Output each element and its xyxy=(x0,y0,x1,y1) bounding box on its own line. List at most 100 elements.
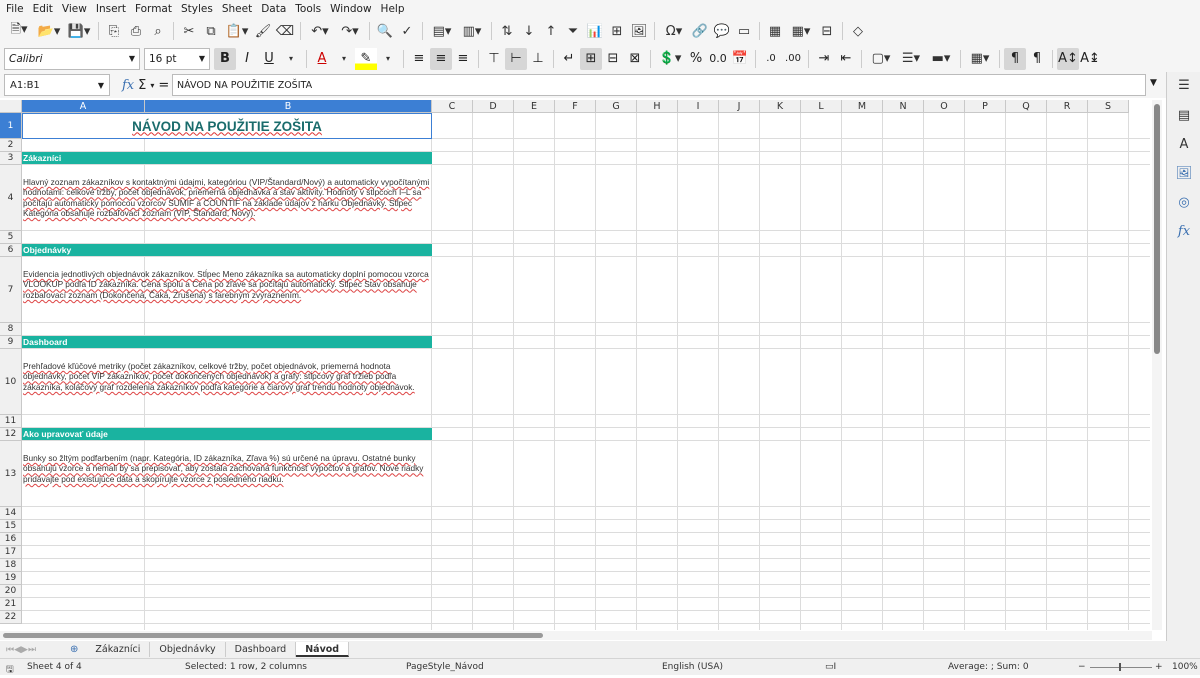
align-right-icon[interactable]: ≡ xyxy=(452,48,474,70)
conditional-format-icon[interactable]: ▦▾ xyxy=(966,49,994,69)
copy-icon[interactable]: ⧉ xyxy=(201,21,221,41)
zoom-in-icon[interactable]: + xyxy=(1155,662,1163,672)
export-pdf-icon[interactable]: ⎘ xyxy=(104,21,124,41)
menu-item[interactable]: Sheet xyxy=(222,3,252,15)
chevron-down-icon[interactable]: ▼ xyxy=(98,81,104,90)
font-color-icon[interactable]: A xyxy=(311,48,333,70)
select-all-corner[interactable] xyxy=(0,100,22,113)
row-header-4[interactable]: 4 xyxy=(0,165,22,231)
menu-item[interactable]: Window xyxy=(330,3,371,15)
menu-icon[interactable]: ☰ xyxy=(1175,76,1193,94)
formula-input[interactable]: NÁVOD NA POUŽITIE ZOŠITA xyxy=(172,74,1146,96)
column-header-i[interactable]: I xyxy=(678,100,719,113)
font-name-box[interactable]: Calibri ▼ xyxy=(4,47,140,70)
menu-item[interactable]: Data xyxy=(261,3,286,15)
menu-item[interactable]: Styles xyxy=(181,3,213,15)
section-heading[interactable]: Zákazníci xyxy=(22,152,432,164)
row-header-16[interactable]: 16 xyxy=(0,533,22,546)
sort-descending-icon[interactable]: ↑ xyxy=(541,21,561,41)
row-header-5[interactable]: 5 xyxy=(0,231,22,244)
currency-format-icon[interactable]: 💲▾ xyxy=(656,49,684,69)
column-header-b[interactable]: B xyxy=(145,100,432,113)
print-icon[interactable]: ⎙ xyxy=(126,21,146,41)
add-sheet-icon[interactable]: ⊕ xyxy=(62,644,86,655)
highlight-color-icon[interactable]: ✎ xyxy=(355,47,377,70)
column-header-q[interactable]: Q xyxy=(1006,100,1047,113)
wrap-text-icon[interactable]: ↵ xyxy=(558,48,580,70)
selection-mode-icon[interactable]: ▭I xyxy=(825,662,836,672)
row-header-11[interactable]: 11 xyxy=(0,415,22,428)
section-description[interactable]: Hlavný zoznam zákazníkov s kontaktnými ú… xyxy=(23,177,431,219)
hyperlink-icon[interactable]: 🔗 xyxy=(690,21,710,41)
comment-icon[interactable]: 💬 xyxy=(712,21,732,41)
menu-item[interactable]: File xyxy=(6,3,24,15)
row-header-1[interactable]: 1 xyxy=(0,113,22,139)
autofilter-icon[interactable]: ⏷ xyxy=(563,21,583,41)
merge-center-icon[interactable]: ⊞ xyxy=(580,47,602,70)
print-preview-icon[interactable]: ⌕ xyxy=(148,21,168,41)
functions-icon[interactable]: fx xyxy=(1175,222,1193,240)
align-bottom-icon[interactable]: ⊥ xyxy=(527,48,549,70)
decrease-indent-icon[interactable]: ⇤ xyxy=(835,48,857,70)
spreadsheet-grid[interactable]: A B C D E F G H I J K L M N O P Q R S 1 2 3 4 5 6 7 8 9 10 11 12 13 14 15… xyxy=(0,100,1150,630)
section-heading[interactable]: Objednávky xyxy=(22,244,432,256)
undo-icon[interactable]: ↶▾ xyxy=(306,21,334,41)
column-header-r[interactable]: R xyxy=(1047,100,1088,113)
column-header-k[interactable]: K xyxy=(760,100,801,113)
row-header-9[interactable]: 9 xyxy=(0,336,22,349)
bold-button[interactable]: B xyxy=(214,47,236,70)
navigator-icon[interactable]: ◎ xyxy=(1175,193,1193,211)
merge-cells-icon[interactable]: ⊟ xyxy=(602,48,624,70)
row-header-10[interactable]: 10 xyxy=(0,349,22,415)
row-header-14[interactable]: 14 xyxy=(0,507,22,520)
highlight-dropdown-icon[interactable]: ▾ xyxy=(378,49,398,69)
show-draw-functions-icon[interactable]: ◇ xyxy=(848,21,868,41)
tab-navigation-icon[interactable]: ⏮◀▶⏭ xyxy=(0,645,62,655)
freeze-rows-columns-icon[interactable]: ▦▾ xyxy=(787,21,815,41)
right-to-left-icon[interactable]: ¶ xyxy=(1026,48,1048,70)
sort-icon[interactable]: ⇅ xyxy=(497,21,517,41)
gallery-icon[interactable]: 🖼 xyxy=(1175,164,1193,182)
border-color-icon[interactable]: ▬▾ xyxy=(927,49,955,69)
row-header-22[interactable]: 22 xyxy=(0,611,22,624)
column-header-j[interactable]: J xyxy=(719,100,760,113)
section-heading[interactable]: Ako upravovať údaje xyxy=(22,428,432,440)
pivot-table-icon[interactable]: ⊞ xyxy=(607,21,627,41)
horizontal-scrollbar[interactable] xyxy=(0,631,1152,640)
row-header-17[interactable]: 17 xyxy=(0,546,22,559)
sort-ascending-icon[interactable]: ↓ xyxy=(519,21,539,41)
scrollbar-thumb[interactable] xyxy=(3,633,543,638)
split-window-icon[interactable]: ⊟ xyxy=(817,21,837,41)
row-icon[interactable]: ▤▾ xyxy=(428,21,456,41)
align-left-icon[interactable]: ≡ xyxy=(408,48,430,70)
zoom-level[interactable]: 100% xyxy=(1172,662,1198,672)
formula-icon[interactable]: = xyxy=(158,78,169,93)
zoom-out-icon[interactable]: − xyxy=(1078,662,1086,672)
clone-formatting-icon[interactable]: 🖌 xyxy=(253,21,273,41)
insert-image-icon[interactable]: 🖼 xyxy=(629,21,649,41)
row-header-19[interactable]: 19 xyxy=(0,572,22,585)
cut-icon[interactable]: ✂ xyxy=(179,21,199,41)
column-header-n[interactable]: N xyxy=(883,100,924,113)
column-header-a[interactable]: A xyxy=(22,100,145,113)
column-header-e[interactable]: E xyxy=(514,100,555,113)
number-format-icon[interactable]: 0.0 xyxy=(707,48,729,70)
column-header-o[interactable]: O xyxy=(924,100,965,113)
menu-item[interactable]: Edit xyxy=(33,3,53,15)
column-header-g[interactable]: G xyxy=(596,100,637,113)
sum-icon[interactable]: Σ xyxy=(138,78,146,93)
vertical-text-icon[interactable]: A↨ xyxy=(1079,48,1101,70)
menu-item[interactable]: View xyxy=(62,3,87,15)
column-header-s[interactable]: S xyxy=(1088,100,1129,113)
column-header-f[interactable]: F xyxy=(555,100,596,113)
row-header-20[interactable]: 20 xyxy=(0,585,22,598)
define-print-area-icon[interactable]: ▦ xyxy=(765,21,785,41)
border-style-icon[interactable]: ☰▾ xyxy=(897,49,925,69)
vertical-scrollbar[interactable] xyxy=(1152,100,1162,630)
row-header-8[interactable]: 8 xyxy=(0,323,22,336)
properties-icon[interactable]: ▤ xyxy=(1175,106,1193,124)
align-top-icon[interactable]: ⊤ xyxy=(483,48,505,70)
row-header-6[interactable]: 6 xyxy=(0,244,22,257)
italic-button[interactable]: I xyxy=(236,48,258,70)
menu-item[interactable]: Help xyxy=(381,3,405,15)
